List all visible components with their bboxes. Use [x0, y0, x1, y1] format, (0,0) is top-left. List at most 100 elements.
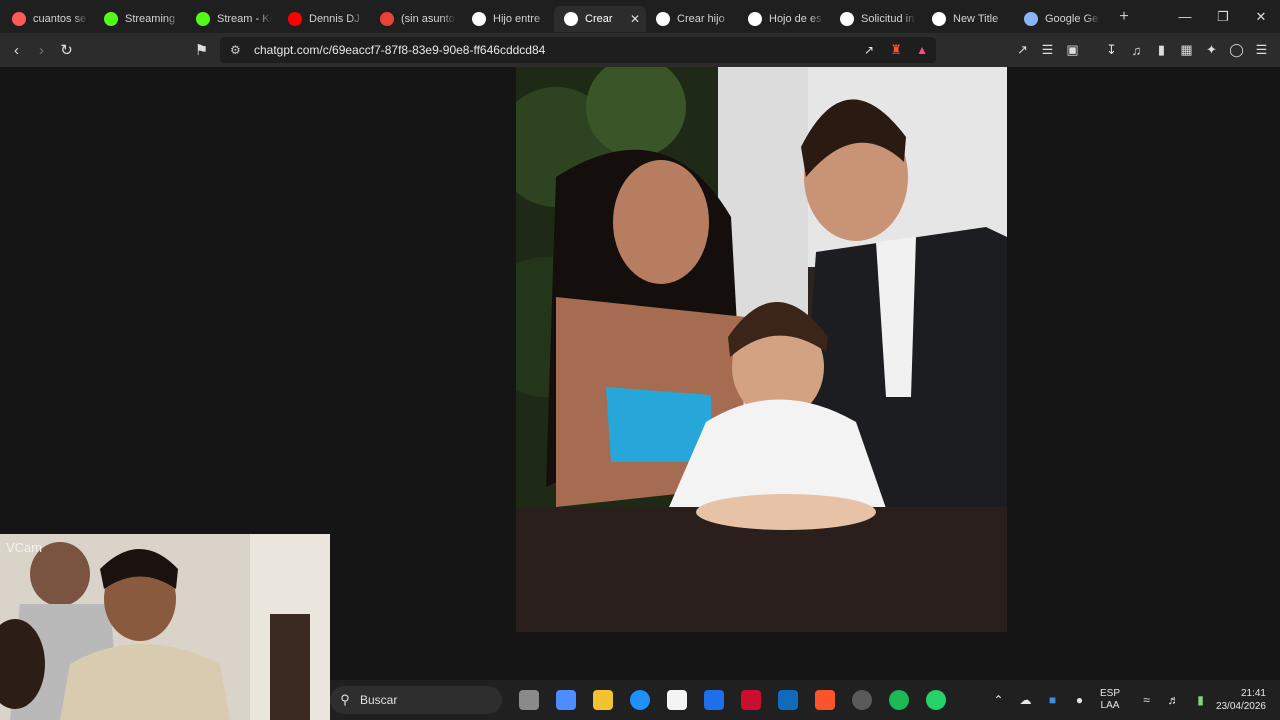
mcafee-glyph	[740, 690, 761, 710]
tab-favicon-icon	[932, 11, 946, 26]
tab-favicon-icon	[564, 11, 578, 26]
site-info-icon[interactable]: ⚙	[230, 43, 241, 57]
browser-tab[interactable]: Google Ge	[1014, 6, 1106, 32]
mcafee-icon[interactable]	[732, 680, 769, 720]
copilot-glyph	[555, 690, 576, 710]
browser-tab[interactable]: Hojo de es	[738, 6, 830, 32]
tab-list: cuantos se Streaming Stream - Ki Dennis DJ (…	[0, 0, 1106, 33]
file-explorer-icon[interactable]	[584, 680, 621, 720]
download-icon[interactable]: ↧	[1099, 42, 1124, 58]
tab-favicon-icon	[196, 11, 210, 26]
menu-icon[interactable]: ☰	[1249, 42, 1274, 58]
whatsapp-icon[interactable]	[917, 680, 954, 720]
forward-icon[interactable]: ›	[29, 42, 54, 59]
browser-toolbar: ‹ › ↻ ⚑ ⚙ chatgpt.com/c/69eaccf7-87f8-83…	[0, 33, 1280, 67]
reload-icon[interactable]: ↻	[54, 41, 79, 59]
wifi-icon[interactable]: ≈	[1133, 693, 1160, 707]
address-bar[interactable]: ⚙ chatgpt.com/c/69eaccf7-87f8-83e9-90e8-…	[220, 37, 936, 63]
taskbar-search[interactable]: ⚲ Buscar	[330, 686, 502, 714]
tab-title: Hojo de es	[769, 12, 822, 25]
edge-glyph	[629, 690, 650, 710]
clock[interactable]: 21:41 23/04/2026	[1214, 687, 1280, 713]
store-icon[interactable]	[658, 680, 695, 720]
tab-title: cuantos se	[33, 12, 87, 25]
brave-shields-icon[interactable]: ♜	[890, 42, 902, 58]
tab-title: (sin asunto	[401, 12, 455, 25]
spotify-icon[interactable]	[880, 680, 917, 720]
tab-favicon-icon	[472, 11, 486, 26]
whatsapp-glyph	[925, 690, 946, 710]
browser-tab[interactable]: Crear ✕	[554, 5, 646, 32]
tab-favicon-icon	[748, 11, 762, 26]
outlook-icon[interactable]	[769, 680, 806, 720]
webcam-label: VCam	[6, 540, 43, 555]
share-icon[interactable]: ↗	[864, 43, 874, 57]
vscode-icon[interactable]	[695, 680, 732, 720]
input-language[interactable]: ESP LAA	[1093, 688, 1127, 712]
battery-icon[interactable]: ▮	[1187, 693, 1214, 707]
browser-tab[interactable]: Stream - Ki	[186, 6, 278, 32]
tab-favicon-icon	[288, 11, 302, 26]
obs-icon[interactable]	[843, 680, 880, 720]
browser-tab[interactable]: cuantos se	[2, 6, 94, 32]
vpn-icon[interactable]: ◯	[1224, 42, 1249, 58]
tab-title: Solicitud in	[861, 12, 915, 25]
browser-tab[interactable]: Dennis DJ	[278, 6, 370, 32]
new-tab-button[interactable]: +	[1110, 8, 1138, 26]
search-icon: ⚲	[340, 692, 350, 707]
tab-title: Crear	[585, 12, 613, 25]
tab-title: New Title	[953, 12, 999, 25]
close-window-icon[interactable]: ✕	[1242, 0, 1280, 33]
volume-icon[interactable]: ♬	[1160, 693, 1187, 707]
minimize-icon[interactable]: —	[1166, 0, 1204, 33]
spotify-glyph	[888, 690, 909, 710]
tab-title: Dennis DJ	[309, 12, 360, 25]
tab-favicon-icon	[840, 11, 854, 26]
tab-favicon-icon	[12, 11, 26, 26]
wallet-link-icon[interactable]: ↗	[1010, 42, 1035, 58]
family-photo[interactable]	[516, 67, 1007, 632]
tab-favicon-icon	[656, 11, 670, 26]
extensions-icon[interactable]: ☰	[1035, 42, 1060, 58]
vscode-glyph	[703, 690, 724, 710]
sidebar-icon[interactable]: ▮	[1149, 42, 1174, 58]
webcam-overlay: VCam	[0, 534, 330, 720]
file-explorer-glyph	[592, 690, 613, 710]
window-controls: — ❐ ✕	[1166, 0, 1280, 33]
tab-favicon-icon	[380, 11, 394, 26]
leo-ai-icon[interactable]: ✦	[1199, 42, 1224, 58]
browser-tab[interactable]: Crear hijo	[646, 6, 738, 32]
browser-tab[interactable]: New Title	[922, 6, 1014, 32]
app-tray-icon[interactable]: ■	[1039, 693, 1066, 707]
edge-icon[interactable]	[621, 680, 658, 720]
taskbar-apps	[510, 680, 954, 720]
copilot-icon[interactable]	[547, 680, 584, 720]
tab-strip: cuantos se Streaming Stream - Ki Dennis DJ (…	[0, 0, 1280, 33]
wallet-icon[interactable]: ▦	[1174, 42, 1199, 58]
url-text: chatgpt.com/c/69eaccf7-87f8-83e9-90e8-ff…	[254, 43, 546, 57]
tab-title: Stream - Ki	[217, 12, 272, 25]
chevron-up-icon[interactable]: ⌃	[985, 693, 1012, 707]
back-icon[interactable]: ‹	[4, 42, 29, 59]
tab-favicon-icon	[1024, 11, 1038, 26]
screenshot-icon[interactable]: ▣	[1060, 42, 1085, 58]
brave-rewards-icon[interactable]: ▲	[916, 43, 928, 57]
media-icon[interactable]: ♫	[1124, 43, 1149, 58]
microphone-icon[interactable]: ●	[1066, 693, 1093, 707]
bookmark-icon[interactable]: ⚑	[189, 41, 214, 59]
tab-favicon-icon	[104, 11, 118, 26]
outlook-glyph	[777, 690, 798, 710]
restore-icon[interactable]: ❐	[1204, 0, 1242, 33]
browser-tab[interactable]: (sin asunto	[370, 6, 462, 32]
search-placeholder: Buscar	[360, 693, 398, 707]
browser-tab[interactable]: Hijo entre	[462, 6, 554, 32]
tab-title: Google Ge	[1045, 12, 1099, 25]
tab-title: Hijo entre	[493, 12, 541, 25]
task-view-icon[interactable]	[510, 680, 547, 720]
onedrive-icon[interactable]: ☁	[1012, 693, 1039, 707]
brave-icon[interactable]	[806, 680, 843, 720]
taskbar: ⚲ Buscar ⌃ ☁ ■ ● ESP LAA ≈ ♬ ▮ 21:41 23/…	[330, 680, 1280, 720]
close-tab-icon[interactable]: ✕	[630, 12, 640, 26]
browser-tab[interactable]: Solicitud in	[830, 6, 922, 32]
browser-tab[interactable]: Streaming	[94, 6, 186, 32]
